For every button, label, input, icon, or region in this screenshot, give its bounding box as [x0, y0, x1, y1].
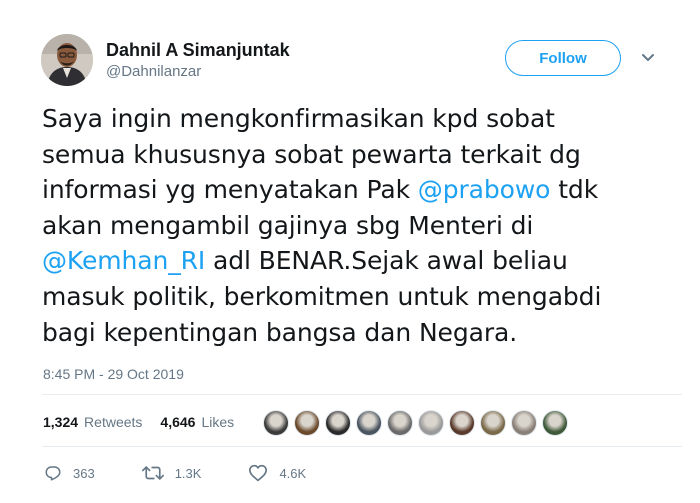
tweet-text-segment: bagi kepentingan bangsa dan Negara. [42, 317, 518, 347]
mention-link[interactable]: @prabowo [418, 175, 551, 204]
retweets-label[interactable]: Retweets [84, 414, 142, 430]
like-button[interactable]: 4.6K [248, 464, 306, 482]
tweet-text-segment: Saya ingin mengkonfirmasikan kpd sobat [42, 104, 555, 133]
tweet-text-line: bagi kepentingan bangsa dan Negara. [42, 315, 682, 351]
reply-count: 363 [73, 465, 95, 481]
tweet-text-line: Saya ingin mengkonfirmasikan kpd sobat [42, 101, 682, 137]
tweet-text-line: akan mengambil gajinya sbg Menteri di [42, 208, 682, 244]
tweet-text-segment: informasi yg menyatakan Pak [42, 175, 418, 205]
retweets-count[interactable]: 1,324 [43, 414, 78, 430]
reply-button[interactable]: 363 [44, 464, 95, 482]
tweet-text-line: semua khususnya sobat pewarta terkait dg [42, 137, 682, 173]
engagement-stats: 1,324 Retweets 4,646 Likes [43, 414, 234, 430]
likes-label[interactable]: Likes [201, 414, 234, 430]
divider [42, 394, 682, 395]
liker-avatar[interactable] [387, 410, 413, 436]
liker-avatar[interactable] [356, 410, 382, 436]
heart-icon [249, 464, 268, 482]
liker-avatar[interactable] [263, 410, 289, 436]
retweet-count: 1.3K [174, 465, 202, 481]
tweet-actions: 363 1.3K 4.6K [44, 464, 353, 482]
mention-link[interactable]: @Kemhan_RI [42, 246, 205, 275]
liker-avatar[interactable] [511, 410, 537, 436]
liker-avatar[interactable] [480, 410, 506, 436]
tweet-text-line: informasi yg menyatakan Pak @prabowo tdk [42, 172, 682, 208]
tweet-text: Saya ingin mengkonfirmasikan kpd sobat se… [42, 101, 682, 350]
likes-count[interactable]: 4,646 [160, 414, 195, 430]
author-handle[interactable]: @Dahnilanzar [106, 63, 201, 80]
tweet-text-segment: adl BENAR.Sejak awal beliau [205, 246, 568, 276]
tweet-timestamp[interactable]: 8:45 PM - 29 Oct 2019 [43, 366, 184, 382]
tweet-text-line: masuk politik, berkomitmen untuk mengabd… [42, 279, 682, 315]
divider [42, 446, 682, 447]
tweet-text-segment: tdk [550, 175, 599, 205]
liker-avatars [263, 410, 573, 436]
retweet-button[interactable]: 1.3K [141, 464, 202, 482]
author-name[interactable]: Dahnil A Simanjuntak [106, 40, 290, 61]
retweet-icon [141, 466, 164, 480]
reply-icon [45, 466, 61, 481]
chevron-down-icon[interactable] [641, 53, 655, 63]
tweet-text-line: @Kemhan_RI adl BENAR.Sejak awal beliau [42, 243, 682, 279]
liker-avatar[interactable] [294, 410, 320, 436]
avatar-photo [41, 34, 93, 86]
avatar[interactable] [41, 34, 93, 86]
liker-avatar[interactable] [325, 410, 351, 436]
liker-avatar[interactable] [449, 410, 475, 436]
tweet-text-segment: akan mengambil gajinya sbg Menteri di [42, 210, 534, 240]
liker-avatar[interactable] [418, 410, 444, 436]
follow-button[interactable]: Follow [505, 40, 621, 76]
tweet-text-segment: masuk politik, berkomitmen untuk mengabd… [42, 281, 602, 311]
tweet-text-segment: semua khususnya sobat pewarta terkait dg [42, 139, 581, 169]
like-count: 4.6K [279, 465, 307, 481]
liker-avatar[interactable] [542, 410, 568, 436]
